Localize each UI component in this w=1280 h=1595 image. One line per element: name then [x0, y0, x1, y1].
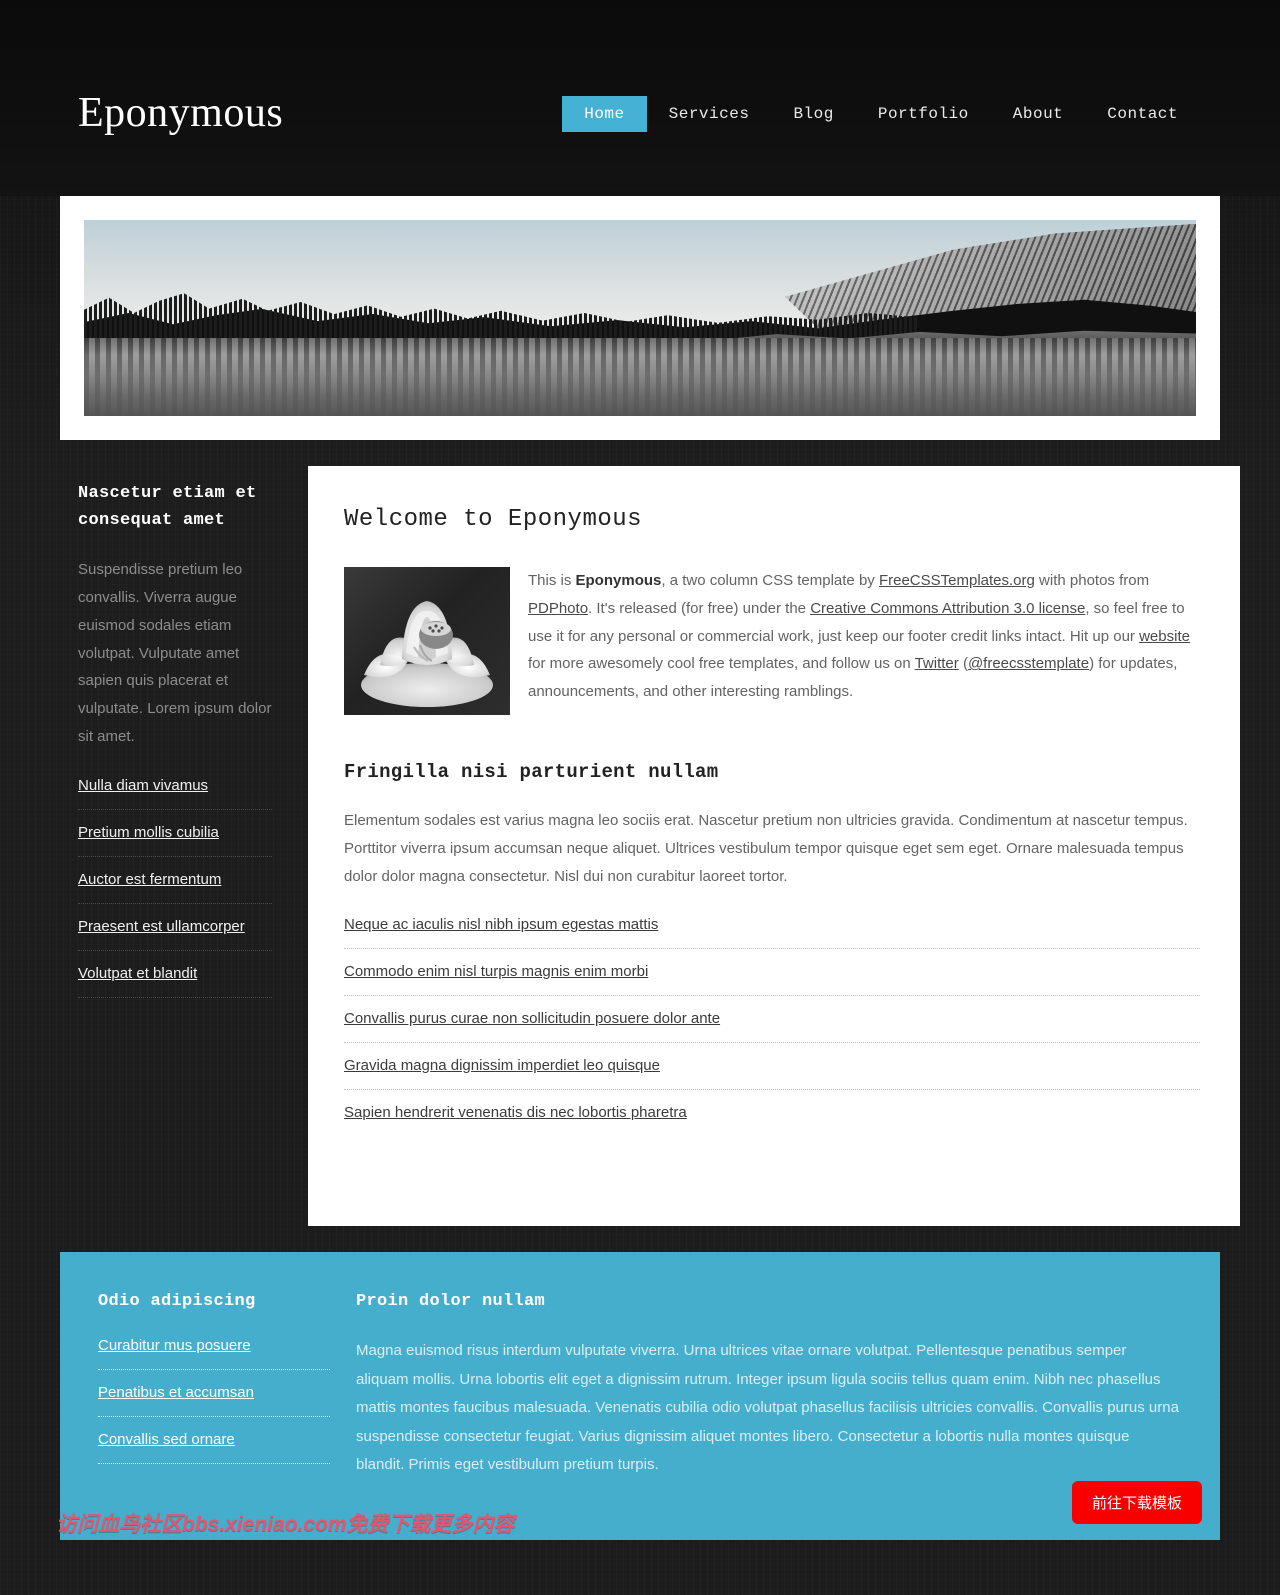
footer-link-list: Curabitur mus posuere Penatibus et accum… — [98, 1337, 330, 1464]
sidebar-link-list: Nulla diam vivamus Pretium mollis cubili… — [78, 777, 272, 998]
list-item: Convallis sed ornare — [98, 1431, 330, 1464]
intro-t6: for more awesomely cool free templates, … — [528, 655, 915, 673]
footer-column-right: Proin dolor nullam Magna euismod risus i… — [330, 1292, 1220, 1480]
footer-column-left: Odio adipiscing Curabitur mus posuere Pe… — [60, 1292, 330, 1478]
content-link-3[interactable]: Convallis purus curae non sollicitudin p… — [344, 1010, 720, 1027]
site-header: Eponymous Home Services Blog Portfolio A… — [0, 0, 1280, 196]
link-freecsstemplates[interactable]: FreeCSSTemplates.org — [879, 572, 1035, 589]
footer-left-heading: Odio adipiscing — [98, 1292, 256, 1311]
page-root: Eponymous Home Services Blog Portfolio A… — [0, 0, 1280, 1540]
sidebar-link-3[interactable]: Auctor est fermentum — [78, 871, 221, 888]
banner-container — [60, 196, 1220, 440]
banner-photo-landscape — [84, 220, 1196, 416]
content-link-5[interactable]: Sapien hendrerit venenatis dis nec lobor… — [344, 1104, 687, 1121]
intro-t7: ( — [958, 655, 968, 673]
site-watermark: 访问血鸟社区bbs.xieniao.com免费下载更多内容 — [56, 1512, 515, 1536]
download-template-button[interactable]: 前往下载模板 — [1071, 1480, 1202, 1524]
list-item: Volutpat et blandit — [78, 965, 272, 998]
section-paragraph: Elementum sodales est varius magna leo s… — [344, 812, 1188, 885]
content-link-2[interactable]: Commodo enim nisl turpis magnis enim mor… — [344, 963, 648, 980]
intro-t4: . It's released (for free) under the — [588, 599, 811, 617]
nav-item-services[interactable]: Services — [647, 96, 772, 132]
intro-row: This is Eponymous, a two column CSS temp… — [344, 567, 1200, 715]
sidebar-link-2[interactable]: Pretium mollis cubilia — [78, 824, 219, 841]
site-logo[interactable]: Eponymous — [78, 92, 283, 134]
content-link-1[interactable]: Neque ac iaculis nisl nibh ipsum egestas… — [344, 916, 658, 933]
link-website[interactable]: website — [1139, 628, 1190, 645]
intro-t2: , a two column CSS template by — [661, 572, 879, 589]
nav-item-contact[interactable]: Contact — [1085, 96, 1200, 132]
list-item: Penatibus et accumsan — [98, 1384, 330, 1417]
nav-item-home[interactable]: Home — [562, 96, 647, 132]
list-item: Pretium mollis cubilia — [78, 824, 272, 857]
sidebar-intro-text: Suspendisse pretium leo convallis. Viver… — [78, 561, 272, 745]
intro-paragraph: This is Eponymous, a two column CSS temp… — [528, 567, 1200, 706]
intro-brand: Eponymous — [575, 572, 662, 589]
content-link-4[interactable]: Gravida magna dignissim imperdiet leo qu… — [344, 1057, 660, 1074]
link-twitter[interactable]: Twitter — [915, 655, 959, 672]
list-item: Auctor est fermentum — [78, 871, 272, 904]
link-cc-license[interactable]: Creative Commons Attribution 3.0 license — [810, 600, 1085, 617]
sidebar-link-1[interactable]: Nulla diam vivamus — [78, 777, 208, 794]
list-item: Praesent est ullamcorper — [78, 918, 272, 951]
list-item: Commodo enim nisl turpis magnis enim mor… — [344, 963, 1200, 997]
footer-link-1[interactable]: Curabitur mus posuere — [98, 1337, 251, 1354]
main-wrapper: Nascetur etiam et consequat amet Suspend… — [40, 440, 1240, 1226]
nav-item-about[interactable]: About — [991, 96, 1086, 132]
nav-item-portfolio[interactable]: Portfolio — [856, 96, 991, 132]
sidebar-link-5[interactable]: Volutpat et blandit — [78, 965, 197, 982]
list-item: Gravida magna dignissim imperdiet leo qu… — [344, 1057, 1200, 1091]
list-item: Neque ac iaculis nisl nibh ipsum egestas… — [344, 916, 1200, 950]
banner-water-reflection — [84, 337, 1196, 416]
lotus-flower-svg — [361, 601, 493, 707]
site-footer: Odio adipiscing Curabitur mus posuere Pe… — [60, 1252, 1220, 1540]
section-heading: Fringilla nisi parturient nullam — [344, 761, 719, 783]
sidebar: Nascetur etiam et consequat amet Suspend… — [40, 466, 272, 1012]
header-inner: Eponymous Home Services Blog Portfolio A… — [40, 0, 1240, 196]
footer-paragraph: Magna euismod risus interdum vulputate v… — [356, 1342, 1179, 1473]
main-content: Welcome to Eponymous This is Eponymous, … — [308, 466, 1240, 1226]
intro-t1: This is — [528, 572, 576, 589]
main-navigation: Home Services Blog Portfolio About Conta… — [562, 96, 1200, 132]
page-title: Welcome to Eponymous — [344, 506, 643, 533]
footer-link-2[interactable]: Penatibus et accumsan — [98, 1384, 254, 1401]
footer-link-3[interactable]: Convallis sed ornare — [98, 1431, 235, 1448]
sidebar-link-4[interactable]: Praesent est ullamcorper — [78, 918, 245, 935]
list-item: Sapien hendrerit venenatis dis nec lobor… — [344, 1104, 1200, 1136]
footer-right-heading: Proin dolor nullam — [356, 1292, 546, 1311]
sidebar-heading: Nascetur etiam et consequat amet — [78, 484, 257, 531]
intro-t3: with photos from — [1034, 572, 1150, 589]
list-item: Nulla diam vivamus — [78, 777, 272, 810]
lotus-flower-thumbnail — [344, 567, 510, 715]
link-pdphoto[interactable]: PDPhoto — [528, 600, 588, 617]
list-item: Convallis purus curae non sollicitudin p… — [344, 1010, 1200, 1044]
list-item: Curabitur mus posuere — [98, 1337, 330, 1370]
nav-item-blog[interactable]: Blog — [771, 96, 855, 132]
link-twitter-handle[interactable]: @freecsstemplate — [968, 655, 1089, 672]
content-link-list: Neque ac iaculis nisl nibh ipsum egestas… — [344, 916, 1200, 1136]
